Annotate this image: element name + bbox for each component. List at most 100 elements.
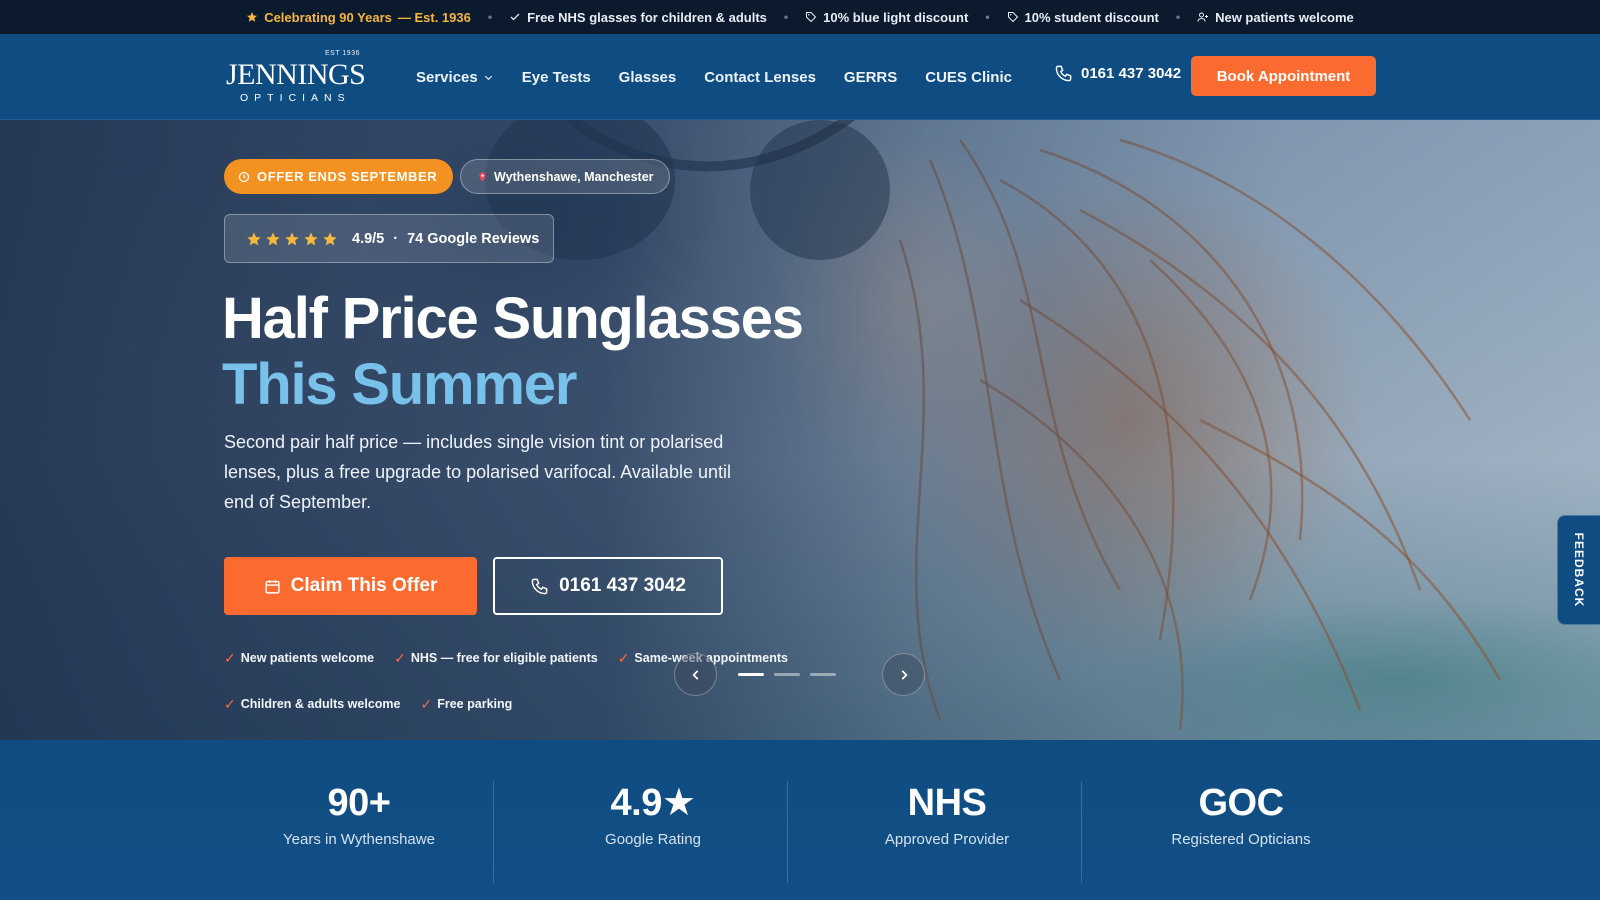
slider-dots	[738, 673, 836, 676]
claim-offer-label: Claim This Offer	[290, 575, 438, 596]
new-patients-item: New patients welcome	[1197, 10, 1354, 25]
check-item-label: New patients welcome	[240, 651, 375, 665]
stat-divider	[493, 781, 494, 883]
announcement-bar: Celebrating 90 Years — Est. 1936 • Free …	[0, 0, 1600, 34]
nhs-item: Free NHS glasses for children & adults	[509, 10, 767, 25]
blue-light-text: 10% blue light discount	[823, 9, 969, 25]
stat-label: Registered Opticians	[1171, 831, 1311, 848]
hero-description: Second pair half price — includes single…	[224, 432, 731, 512]
feedback-tab[interactable]: FEEDBACK	[1557, 515, 1600, 625]
calendar-icon	[265, 579, 280, 594]
check-icon	[510, 13, 520, 21]
phone-icon	[531, 578, 548, 594]
star-icon	[304, 231, 318, 245]
tick-icon: ✓	[394, 649, 406, 666]
location-badge-text: Wythenshawe, Manchester	[494, 169, 654, 184]
slider-dot[interactable]	[810, 673, 836, 676]
check-item: ✓ New patients welcome	[224, 649, 374, 667]
star-icon	[323, 231, 337, 245]
slider-next-button[interactable]	[882, 653, 925, 696]
header-phone-link[interactable]: 0161 437 3042	[1054, 64, 1181, 83]
stats-strip: 90+ Years in Wythenshawe 4.9★ Google Rat…	[0, 740, 1600, 900]
call-button[interactable]: 0161 437 3042	[493, 557, 723, 615]
hero-banner: OFFER ENDS SEPTEMBER Wythenshawe, Manche…	[0, 120, 1600, 740]
tick-icon: ✓	[420, 695, 433, 712]
check-item: ✓ Children & adults welcome	[224, 695, 401, 713]
phone-icon	[1055, 65, 1072, 82]
rating-dot: ·	[393, 230, 399, 247]
nav-contact-lenses[interactable]: Contact Lenses	[704, 69, 816, 86]
stat-value: 4.9★	[610, 782, 696, 824]
logo-sub: OPTICIANS	[240, 92, 351, 104]
star-icon	[247, 231, 261, 245]
nav-cues-clinic[interactable]: CUES Clinic	[925, 69, 1012, 86]
stat-nhs: NHS Approved Provider	[800, 781, 1094, 848]
claim-offer-button[interactable]: Claim This Offer	[224, 557, 477, 615]
chevron-left-icon	[691, 669, 698, 680]
separator: •	[487, 10, 493, 24]
stat-label: Google Rating	[605, 831, 701, 848]
nav-services[interactable]: Services	[416, 69, 494, 86]
nav-gerrs[interactable]: GERRS	[844, 69, 897, 86]
student-text: 10% student discount	[1024, 9, 1159, 25]
star-icon	[285, 231, 299, 245]
logo-est: EST 1936	[324, 50, 360, 57]
main-nav: Services Eye Tests Glasses Contact Lense…	[416, 34, 1012, 120]
book-appointment-button[interactable]: Book Appointment	[1191, 56, 1376, 96]
slider-prev-button[interactable]	[674, 653, 717, 696]
blue-light-item: 10% blue light discount	[805, 10, 968, 25]
check-item-label: NHS — free for eligible patients	[410, 651, 598, 665]
hero-headline: Half Price Sunglasses This Summer	[222, 286, 804, 418]
location-pin-icon	[479, 171, 486, 182]
feedback-label: FEEDBACK	[1572, 532, 1586, 608]
stat-value: 90+	[327, 782, 391, 824]
call-button-label: 0161 437 3042	[559, 575, 686, 596]
user-plus-icon	[1197, 12, 1209, 22]
separator: •	[1175, 10, 1181, 24]
slider-dot[interactable]	[738, 673, 764, 676]
anniversary-text: Celebrating 90 Years	[264, 9, 392, 25]
headline-line2: This Summer	[222, 352, 577, 417]
stat-goc: GOC Registered Opticians	[1094, 781, 1388, 848]
offer-badge: OFFER ENDS SEPTEMBER	[224, 159, 454, 194]
stat-rating: 4.9★ Google Rating	[506, 781, 800, 848]
logo[interactable]: EST 1936 JENNINGS OPTICIANS	[224, 50, 366, 106]
tag-icon	[806, 12, 817, 23]
check-item: ✓ Free parking	[421, 695, 513, 713]
headline-line1: Half Price Sunglasses	[222, 286, 804, 351]
stat-label: Years in Wythenshawe	[283, 831, 435, 848]
new-patients-text: New patients welcome	[1215, 9, 1354, 25]
logo-name: JENNINGS	[226, 58, 366, 91]
nhs-text: Free NHS glasses for children & adults	[527, 9, 767, 25]
rating-score: 4.9/5	[352, 230, 385, 247]
location-badge: Wythenshawe, Manchester	[460, 159, 670, 194]
chevron-down-icon	[484, 75, 492, 80]
rating-stars	[246, 231, 338, 247]
google-rating-box: 4.9/5 · 74 Google Reviews	[224, 214, 554, 263]
anniversary-item: Celebrating 90 Years — Est. 1936	[246, 10, 471, 25]
offer-badge-text: OFFER ENDS SEPTEMBER	[257, 169, 438, 184]
nav-eye-tests[interactable]: Eye Tests	[522, 69, 591, 86]
student-item: 10% student discount	[1007, 10, 1159, 25]
tick-icon: ✓	[224, 649, 236, 666]
nav-services-label: Services	[416, 68, 478, 86]
chevron-right-icon	[901, 669, 908, 680]
stat-label: Approved Provider	[884, 831, 1010, 848]
clock-icon	[238, 171, 250, 182]
rating-reviews: 74 Google Reviews	[407, 230, 540, 247]
slider-dot[interactable]	[774, 673, 800, 676]
stat-divider	[1081, 781, 1082, 883]
check-item: ✓ NHS — free for eligible patients	[394, 649, 598, 667]
hero-checklist: ✓ New patients welcome ✓ NHS — free for el…	[224, 649, 804, 713]
tick-icon: ✓	[617, 649, 630, 666]
tick-icon: ✓	[224, 695, 236, 712]
site-header: EST 1936 JENNINGS OPTICIANS Services Eye…	[0, 34, 1600, 120]
stat-years: 90+ Years in Wythenshawe	[212, 781, 506, 848]
nav-glasses[interactable]: Glasses	[619, 69, 677, 86]
separator: •	[985, 10, 990, 24]
star-icon	[247, 12, 258, 22]
check-item-label: Free parking	[437, 697, 513, 711]
stat-value: GOC	[1198, 782, 1284, 824]
header-phone-number: 0161 437 3042	[1081, 65, 1182, 82]
stat-value: NHS	[907, 782, 987, 824]
